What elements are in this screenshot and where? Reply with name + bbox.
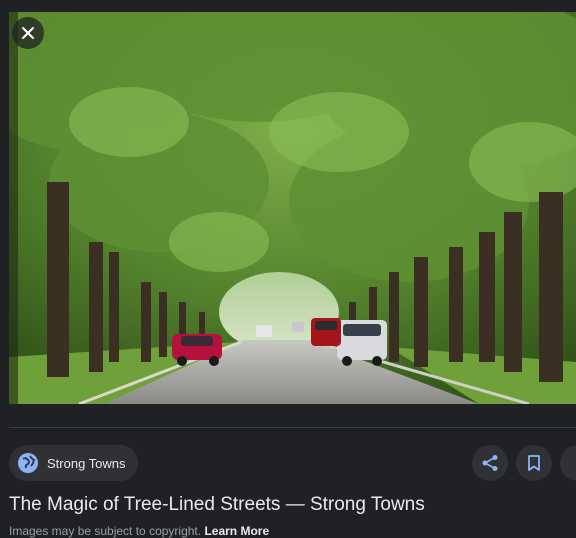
silver-car xyxy=(337,320,387,366)
copyright-text: Images may be subject to copyright. xyxy=(9,524,202,538)
share-button[interactable] xyxy=(472,445,508,481)
source-chip[interactable]: Strong Towns xyxy=(9,445,138,481)
save-button[interactable] xyxy=(516,445,552,481)
preview-image[interactable] xyxy=(9,12,576,404)
close-icon xyxy=(22,27,34,39)
share-icon xyxy=(482,455,498,471)
globe-icon xyxy=(18,453,38,473)
close-button[interactable] xyxy=(12,17,44,49)
image-title[interactable]: The Magic of Tree-Lined Streets — Strong… xyxy=(9,494,425,516)
copyright-notice: Images may be subject to copyright. Lear… xyxy=(9,524,269,538)
source-name: Strong Towns xyxy=(47,455,126,471)
red-truck xyxy=(311,318,341,346)
bookmark-icon xyxy=(528,455,540,471)
divider xyxy=(9,427,576,428)
more-actions-button[interactable] xyxy=(560,445,576,481)
learn-more-link[interactable]: Learn More xyxy=(204,524,269,538)
street-photo xyxy=(9,12,576,404)
image-viewer-panel: Strong Towns The Magic of Tree-Lined Str… xyxy=(0,0,576,538)
